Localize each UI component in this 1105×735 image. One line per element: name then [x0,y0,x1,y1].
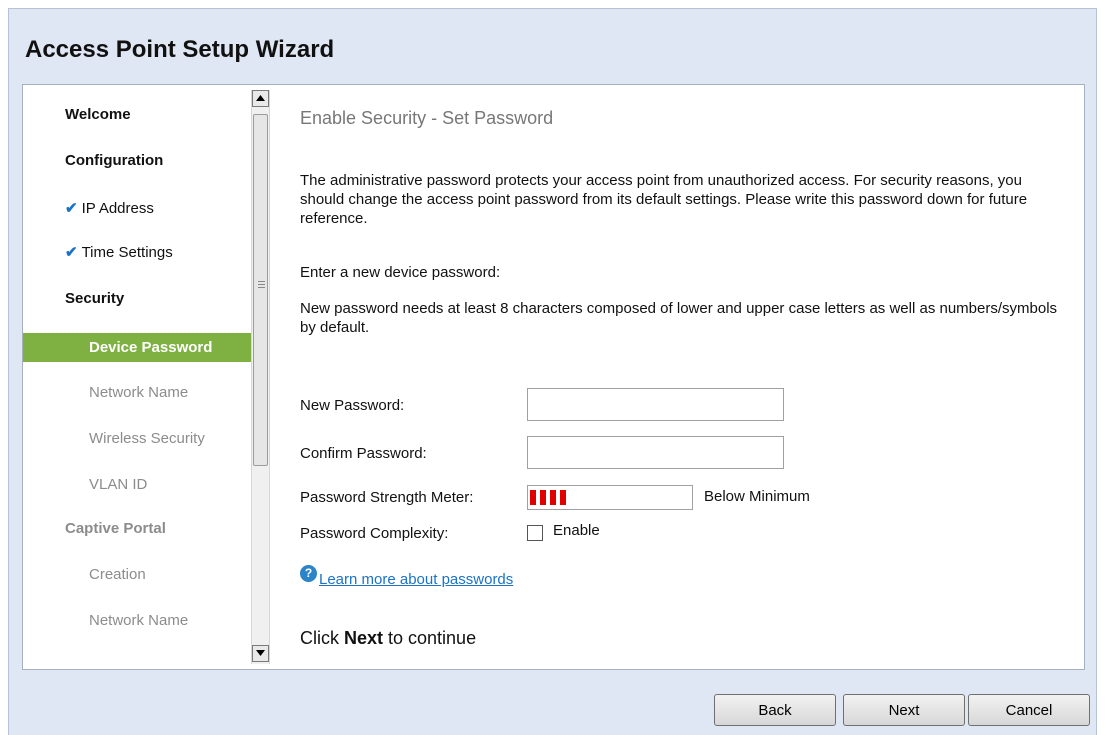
nav-item-label: Security [65,290,125,307]
nav-item-security[interactable]: Security [23,285,251,313]
nav-item-time-settings[interactable]: ✔ Time Settings [23,239,251,267]
nav-item-label: Creation [89,566,146,583]
nav-item-label: VLAN ID [89,476,148,493]
complexity-checkbox-label[interactable]: Enable [553,522,600,539]
strength-meter-label: Password Strength Meter: [300,489,474,506]
wizard-nav: Welcome Configuration ✔ IP Address ✔ Time … [23,85,251,669]
chevron-up-icon [256,95,265,101]
nav-item-portal-network-name: Network Name [23,607,251,635]
continue-next-word: Next [344,628,384,648]
cancel-button[interactable]: Cancel [968,694,1090,726]
checkmark-icon: ✔ [65,244,78,261]
nav-item-label: Network Name [89,384,189,401]
nav-scrollbar[interactable] [251,90,270,664]
nav-item-vlan-id: VLAN ID [23,471,251,499]
nav-item-label: Network Name [89,612,189,629]
complexity-label: Password Complexity: [300,525,449,542]
setup-wizard-window: Access Point Setup Wizard Welcome Config… [8,8,1097,735]
nav-item-label: Wireless Security [89,430,205,447]
nav-item-welcome[interactable]: Welcome [23,101,251,129]
grip-line [258,287,265,288]
scroll-thumb[interactable] [253,114,268,466]
grip-line [258,281,265,282]
confirm-password-input[interactable] [527,436,784,469]
back-button[interactable]: Back [714,694,836,726]
nav-item-wireless-security: Wireless Security [23,425,251,453]
strength-status-text: Below Minimum [704,488,810,505]
help-icon[interactable]: ? [300,565,317,582]
nav-item-label: Configuration [65,152,164,169]
page-title: Enable Security - Set Password [300,108,554,128]
confirm-password-label: Confirm Password: [300,445,427,462]
nav-item-ip-address[interactable]: ✔ IP Address [23,195,251,223]
learn-more-link[interactable]: Learn more about passwords [319,571,513,588]
continue-suffix: to continue [383,628,477,648]
nav-item-network-name: Network Name [23,379,251,407]
wizard-panel: Welcome Configuration ✔ IP Address ✔ Time … [22,84,1085,670]
scroll-up-button[interactable] [252,90,269,107]
nav-item-label: Device Password [89,339,213,356]
next-button[interactable]: Next [843,694,965,726]
nav-item-device-password[interactable]: Device Password [23,333,251,362]
nav-item-label: Welcome [65,106,131,123]
wizard-title: Access Point Setup Wizard [25,36,335,63]
new-password-label: New Password: [300,397,405,414]
nav-item-label: Captive Portal [65,520,166,537]
continue-prefix: Click [300,628,344,648]
grip-line [258,284,265,285]
nav-item-label: IP Address [81,200,154,217]
scroll-down-button[interactable] [252,645,269,662]
nav-item-captive-portal: Captive Portal [23,515,251,543]
strength-meter-fill [530,490,569,505]
password-strength-meter [527,485,693,510]
continue-instruction: Click Next to continue [300,628,476,649]
chevron-down-icon [256,650,265,656]
nav-item-creation: Creation [23,561,251,589]
requirements-text: New password needs at least 8 characters… [300,300,1058,336]
nav-item-configuration[interactable]: Configuration [23,147,251,175]
nav-item-label: Time Settings [81,244,173,261]
intro-text: The administrative password protects you… [300,172,1028,227]
wizard-content: Enable Security - Set Password The admin… [300,85,1080,669]
new-password-input[interactable] [527,388,784,421]
checkmark-icon: ✔ [65,200,78,217]
complexity-checkbox[interactable] [527,525,543,541]
prompt-text: Enter a new device password: [300,264,501,281]
